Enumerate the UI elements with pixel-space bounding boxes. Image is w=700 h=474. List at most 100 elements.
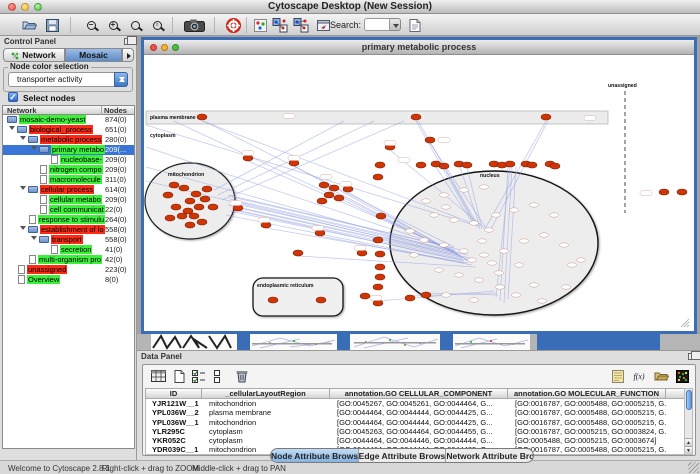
network-node[interactable] — [373, 237, 383, 243]
network-canvas[interactable]: plasma membranecytoplasmmitochondrionnuc… — [144, 55, 694, 331]
import-attribute-file-button[interactable] — [652, 368, 670, 384]
nucleus-node[interactable] — [495, 271, 504, 275]
table-cell[interactable]: mitochondrion — [203, 418, 331, 427]
network-node[interactable] — [376, 213, 386, 219]
table-row[interactable]: YKR052Ccytoplasm[GO:0044464, GO:0044446,… — [146, 436, 685, 445]
network-node[interactable] — [421, 292, 431, 298]
network-node[interactable] — [360, 293, 370, 299]
nucleus-node[interactable] — [442, 205, 451, 209]
network-node[interactable] — [373, 284, 383, 290]
table-column-header[interactable]: annotation.GO MOLECULAR_FUNCTION — [508, 388, 666, 399]
canvas-resize-grip[interactable] — [687, 325, 689, 327]
table-cell[interactable]: [GO:0016787, GO:0005215, GO:0003824, G..… — [509, 427, 667, 436]
network-node[interactable] — [208, 204, 218, 210]
tree-column-nodes[interactable]: Nodes — [104, 106, 127, 115]
scroll-up-icon[interactable]: ▲ — [685, 438, 692, 446]
network-node[interactable] — [411, 114, 421, 120]
network-node[interactable] — [324, 192, 334, 198]
search-dropdown-arrow[interactable] — [390, 18, 401, 31]
nucleus-node[interactable] — [538, 299, 547, 303]
table-column-header[interactable]: ID — [145, 388, 202, 399]
tab-edge-attribute-browser[interactable]: Edge Attribute Browser — [359, 449, 447, 462]
nucleus-node[interactable] — [562, 285, 571, 289]
nucleus-node[interactable] — [510, 208, 519, 212]
tab-network-attribute-browser[interactable]: Network Attribute Browser — [446, 449, 533, 462]
network-node[interactable] — [185, 222, 195, 228]
tree-row[interactable]: multi-organism pro42(0) — [3, 255, 134, 265]
tree-expander-icon[interactable] — [20, 186, 26, 193]
tree-expander-icon[interactable] — [20, 136, 26, 143]
network-node[interactable] — [375, 264, 385, 270]
network-node[interactable] — [243, 155, 253, 161]
zoom-fit-button[interactable] — [126, 17, 144, 33]
tree-header[interactable]: Network Nodes — [2, 105, 135, 115]
nucleus-node[interactable] — [455, 273, 464, 277]
network-window[interactable]: primary metabolic process plasma membran… — [141, 37, 697, 334]
nucleus-node[interactable] — [480, 253, 489, 257]
tree-row[interactable]: cell communicat22(0) — [3, 205, 134, 215]
tree-row[interactable]: metabolic process280(0) — [3, 135, 134, 145]
resize-grip[interactable] — [688, 462, 699, 473]
unselect-attributes-button[interactable] — [210, 368, 228, 384]
table-cell[interactable]: cytoplasm — [203, 427, 331, 436]
nucleus-node[interactable] — [460, 249, 469, 253]
table-cell[interactable]: plasma membrane — [203, 408, 331, 417]
tree-row[interactable]: biological_process651(0) — [3, 125, 134, 135]
table-cell[interactable]: [GO:0045267, GO:0045261, GO:0044464, G..… — [331, 399, 509, 408]
network-node[interactable] — [268, 297, 278, 303]
select-attributes-button[interactable] — [190, 368, 208, 384]
nucleus-node[interactable] — [540, 233, 549, 237]
table-cell[interactable]: [GO:0044464, GO:0044444, GO:0044425, G..… — [331, 418, 509, 427]
nucleus-node[interactable] — [420, 238, 429, 242]
tree-column-network[interactable]: Network — [7, 106, 37, 115]
tree-row[interactable]: secretion41(0) — [3, 245, 134, 255]
scroll-down-icon[interactable]: ▼ — [685, 446, 692, 454]
network-node[interactable] — [197, 219, 207, 225]
network-node[interactable] — [293, 250, 303, 256]
table-cell[interactable]: [GO:0044464, GO:0044444, GO:0044425, G..… — [331, 408, 509, 417]
background-window-edge[interactable] — [440, 334, 453, 350]
network-node[interactable] — [505, 161, 515, 167]
network-node[interactable] — [202, 186, 212, 192]
table-cell[interactable]: [GO:0016787, GO:0005488, GO:0005215, G..… — [509, 418, 667, 427]
table-column-header[interactable]: _cellularLayoutRegion — [202, 388, 330, 399]
table-column-header[interactable]: annotation.GO CELLULAR_COMPONENT — [330, 388, 508, 399]
plasma-membrane-region[interactable] — [146, 111, 608, 124]
network-node[interactable] — [659, 189, 669, 195]
background-window-thumbnail[interactable] — [151, 334, 237, 350]
nucleus-node[interactable] — [460, 188, 469, 192]
nucleus-node[interactable] — [488, 261, 497, 265]
search-config-button[interactable] — [406, 17, 424, 33]
nucleus-node[interactable] — [496, 285, 505, 289]
tree-row[interactable]: nitrogen compo209(0) — [3, 165, 134, 175]
tab-node-attribute-browser[interactable]: Node Attribute Browser — [271, 449, 359, 462]
network-node[interactable] — [375, 274, 385, 280]
network-node[interactable] — [315, 230, 325, 236]
nucleus-node[interactable] — [530, 203, 539, 207]
save-session-button[interactable] — [43, 17, 61, 33]
zoom-in-button[interactable]: + — [104, 17, 122, 33]
nucleus-node[interactable] — [440, 243, 449, 247]
nucleus-node[interactable] — [470, 221, 479, 225]
network-node[interactable] — [185, 198, 195, 204]
network-node[interactable] — [163, 192, 173, 198]
table-row[interactable]: YPL036W__2plasma membrane[GO:0044464, GO… — [146, 408, 685, 417]
network-node[interactable] — [319, 182, 329, 188]
network-node[interactable] — [373, 300, 383, 306]
network-node[interactable] — [165, 215, 175, 221]
tree-row[interactable]: transport558(0) — [3, 235, 134, 245]
table-cell[interactable]: [GO:0045263, GO:0044464, GO:0044455, G..… — [331, 427, 509, 436]
nucleus-node[interactable] — [560, 243, 569, 247]
background-window-edge[interactable] — [337, 334, 350, 350]
network-node[interactable] — [416, 162, 426, 168]
delete-attribute-button[interactable] — [233, 368, 251, 384]
network-node[interactable] — [527, 162, 537, 168]
tree-expander-icon[interactable] — [9, 126, 15, 133]
tree-row[interactable]: mosaic-demo-yeast874(0) — [3, 115, 134, 125]
tab-mosaic[interactable]: Mosaic — [65, 48, 122, 62]
vizmapper-button[interactable] — [251, 17, 269, 33]
table-row[interactable]: YLR295Ccytoplasm[GO:0045263, GO:0044464,… — [146, 427, 685, 436]
table-row[interactable]: YJR121W__1mitochondrion[GO:0045267, GO:0… — [146, 399, 685, 408]
network-node[interactable] — [183, 208, 193, 214]
search-input[interactable] — [364, 18, 390, 31]
